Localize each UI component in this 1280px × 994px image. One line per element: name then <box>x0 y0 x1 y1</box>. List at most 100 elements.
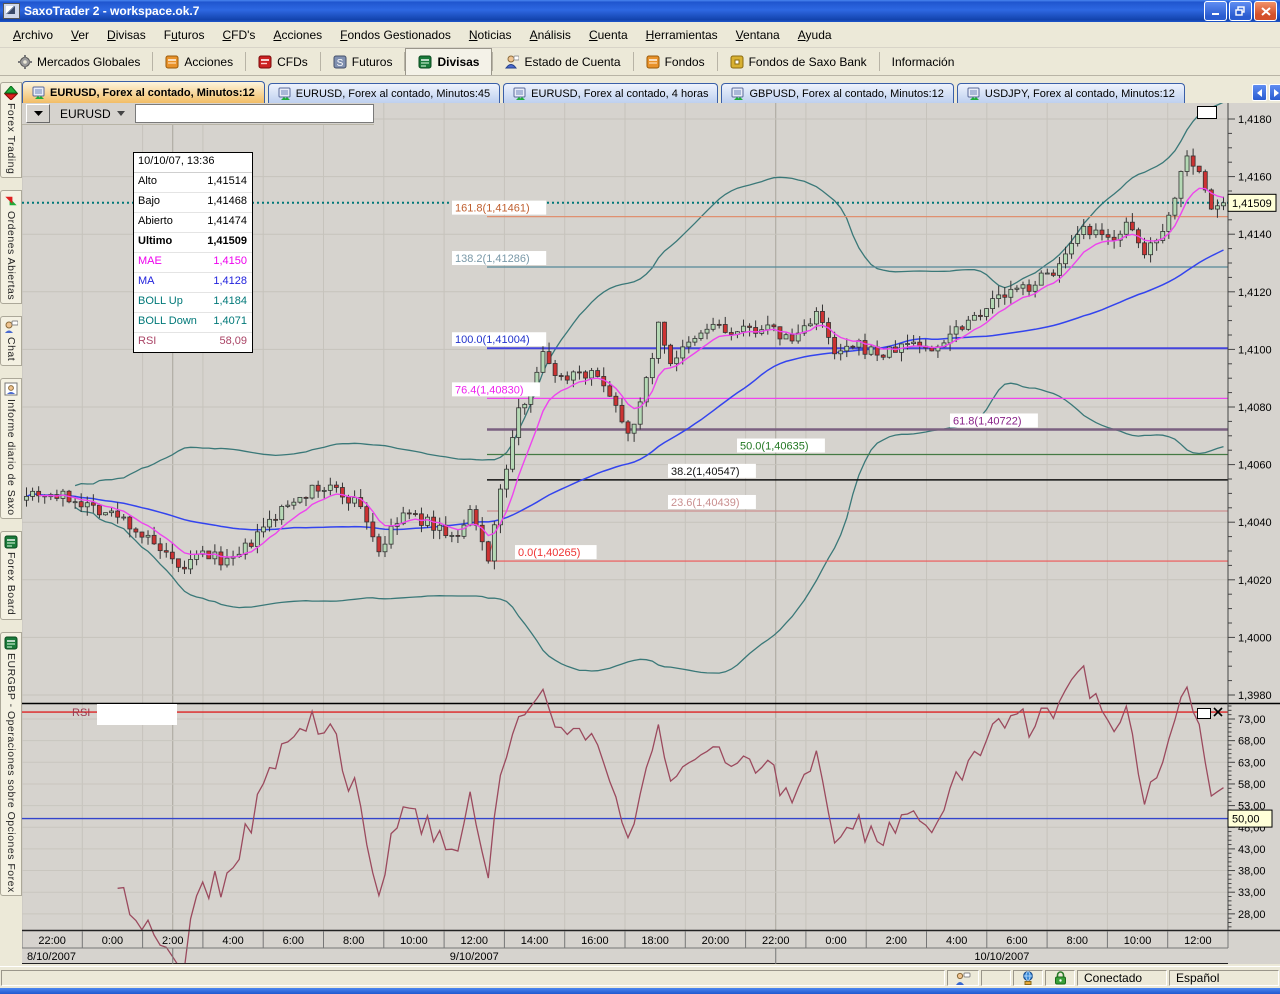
svg-text:61.8(1,40722): 61.8(1,40722) <box>953 415 1022 427</box>
account-icon <box>505 55 519 69</box>
toolbar-item-label: Mercados Globales <box>37 55 140 69</box>
info-row-ultimo: Ultimo1,41509 <box>134 233 252 253</box>
info-value: 1,4128 <box>213 275 247 290</box>
svg-text:138.2(1,41286): 138.2(1,41286) <box>455 253 530 265</box>
sidebar-item-label: Ordenes Abiertas <box>5 211 17 300</box>
svg-text:1,4040: 1,4040 <box>1238 517 1272 529</box>
menu-item-divisas[interactable]: Divisas <box>98 24 155 46</box>
connection-status: Conectado <box>1077 970 1167 986</box>
menu-item-fondos-gestionados[interactable]: Fondos Gestionados <box>331 24 460 46</box>
svg-text:1,4080: 1,4080 <box>1238 402 1272 414</box>
svg-text:73,00: 73,00 <box>1238 714 1266 726</box>
toolbar-item-mercados-globales[interactable]: Mercados Globales <box>6 48 152 75</box>
instrument-dropdown-button[interactable] <box>26 104 50 123</box>
menu-item-acciones[interactable]: Acciones <box>264 24 331 46</box>
toolbar-item-informaci-n[interactable]: Información <box>880 48 967 75</box>
window-title: SaxoTrader 2 - workspace.ok.7 <box>24 4 199 18</box>
info-row-mae: MAE1,4150 <box>134 253 252 273</box>
svg-text:10:00: 10:00 <box>1124 935 1152 947</box>
menu-item-cfd-s[interactable]: CFD's <box>213 24 264 46</box>
chart-tab-eurusd-forex-al-contado-minutos-12[interactable]: EURUSD, Forex al contado, Minutos:12 <box>22 81 265 103</box>
info-label: BOLL Up <box>138 295 183 310</box>
menu-item-futuros[interactable]: Futuros <box>155 24 214 46</box>
svg-text:1,4160: 1,4160 <box>1238 172 1272 184</box>
info-value: 1,41474 <box>207 215 247 230</box>
toolbar-item-label: Fondos <box>665 55 705 69</box>
chart-restore-icon[interactable] <box>1197 106 1217 119</box>
toolbar-item-label: Acciones <box>184 55 233 69</box>
restore-button[interactable] <box>1229 1 1252 21</box>
status-network-cell[interactable] <box>1013 970 1043 986</box>
sidebar-item-informe-diario-de-saxo[interactable]: Informe diario de Saxo <box>0 378 22 520</box>
svg-text:2:00: 2:00 <box>162 935 183 947</box>
toolbar-item-label: Divisas <box>437 55 479 69</box>
chat-icon <box>4 320 18 334</box>
menu-item-ver[interactable]: Ver <box>62 24 98 46</box>
rsi-value-box <box>97 704 177 725</box>
info-row-rsi: RSI58,09 <box>134 333 252 352</box>
sidebar-item-chat[interactable]: Chat <box>0 316 22 365</box>
rsi-panel-label: RSI <box>72 707 90 719</box>
toolbar-item-acciones[interactable]: Acciones <box>153 48 245 75</box>
rsi-close-icon[interactable] <box>1212 706 1224 718</box>
svg-text:8:00: 8:00 <box>1067 935 1088 947</box>
sidebar-item-ordenes-abiertas[interactable]: Ordenes Abiertas <box>0 190 22 304</box>
toolbar: Mercados Globales Acciones CFDs SFuturos Div… <box>0 48 1280 76</box>
close-button[interactable] <box>1254 1 1277 21</box>
report-icon <box>4 382 18 396</box>
chart-tab-eurusd-forex-al-contado-minutos-45[interactable]: EURUSD, Forex al contado, Minutos:45 <box>268 83 500 103</box>
tab-scroll-right-button[interactable] <box>1269 84 1280 101</box>
info-label: BOLL Down <box>138 315 197 330</box>
menu-item-archivo[interactable]: Archivo <box>4 24 62 46</box>
toolbar-item-fondos-de-saxo-bank[interactable]: Fondos de Saxo Bank <box>718 48 879 75</box>
svg-text:100.0(1,41004): 100.0(1,41004) <box>455 334 530 346</box>
info-label: Ultimo <box>138 235 172 250</box>
menu-item-an-lisis[interactable]: Análisis <box>521 24 580 46</box>
status-lock-cell[interactable] <box>1045 970 1075 986</box>
sidebar-item-forex-trading[interactable]: Forex Trading <box>0 82 22 178</box>
toolbar-item-fondos[interactable]: Fondos <box>634 48 717 75</box>
options-icon <box>4 636 18 650</box>
toolbar-item-label: CFDs <box>277 55 308 69</box>
svg-text:4:00: 4:00 <box>222 935 243 947</box>
menu-item-ventana[interactable]: Ventana <box>727 24 789 46</box>
toolbar-item-divisas[interactable]: Divisas <box>405 48 492 75</box>
svg-text:43,00: 43,00 <box>1238 844 1266 856</box>
toolbar-item-estado-de-cuenta[interactable]: Estado de Cuenta <box>493 48 632 75</box>
info-label: Alto <box>138 175 157 190</box>
updown-triangles-icon <box>4 86 18 100</box>
toolbar-item-cfds[interactable]: CFDs <box>246 48 320 75</box>
chart-tab-gbpusd-forex-al-contado-minutos-12[interactable]: GBPUSD, Forex al contado, Minutos:12 <box>721 83 953 103</box>
info-row-boll-down: BOLL Down1,4071 <box>134 313 252 333</box>
svg-text:1,4020: 1,4020 <box>1238 575 1272 587</box>
language-indicator[interactable]: Español <box>1169 970 1279 986</box>
statusbar: Conectado Español <box>0 966 1280 989</box>
status-user-cell[interactable] <box>947 970 979 986</box>
chart-tab-usdjpy-forex-al-contado-minutos-12[interactable]: USDJPY, Forex al contado, Minutos:12 <box>957 83 1185 103</box>
menu-item-noticias[interactable]: Noticias <box>460 24 521 46</box>
svg-text:22:00: 22:00 <box>762 935 790 947</box>
menu-item-cuenta[interactable]: Cuenta <box>580 24 637 46</box>
menu-item-herramientas[interactable]: Herramientas <box>637 24 727 46</box>
chart-tab-eurusd-forex-al-contado-4-horas[interactable]: EURUSD, Forex al contado, 4 horas <box>503 83 718 103</box>
minimize-button[interactable] <box>1204 1 1227 21</box>
svg-text:8:00: 8:00 <box>343 935 364 947</box>
toolbar-item-label: Futuros <box>352 55 393 69</box>
rsi-restore-icon[interactable] <box>1197 708 1211 719</box>
sidebar-item-eurgbp-operaciones-sobre-opciones-forex[interactable]: EURGBP - Operaciones sobre Opciones Fore… <box>0 632 22 897</box>
info-label: MA <box>138 275 155 290</box>
info-value: 1,41468 <box>207 195 247 210</box>
toolbar-item-futuros[interactable]: SFuturos <box>321 48 405 75</box>
info-value: 1,4184 <box>213 295 247 310</box>
symbol-toolbar: EURUSD <box>22 103 374 125</box>
symbol-combo[interactable]: EURUSD <box>56 105 129 122</box>
svg-text:12:00: 12:00 <box>1184 935 1212 947</box>
info-value: 1,4150 <box>213 255 247 270</box>
orders-icon <box>4 194 18 208</box>
menu-item-ayuda[interactable]: Ayuda <box>789 24 841 46</box>
stocks-icon <box>165 55 179 69</box>
tab-scroll-left-button[interactable] <box>1252 84 1267 101</box>
sidebar-item-forex-board[interactable]: Forex Board <box>0 531 22 619</box>
lock-icon <box>1054 971 1067 985</box>
symbol-search-input[interactable] <box>135 104 374 123</box>
